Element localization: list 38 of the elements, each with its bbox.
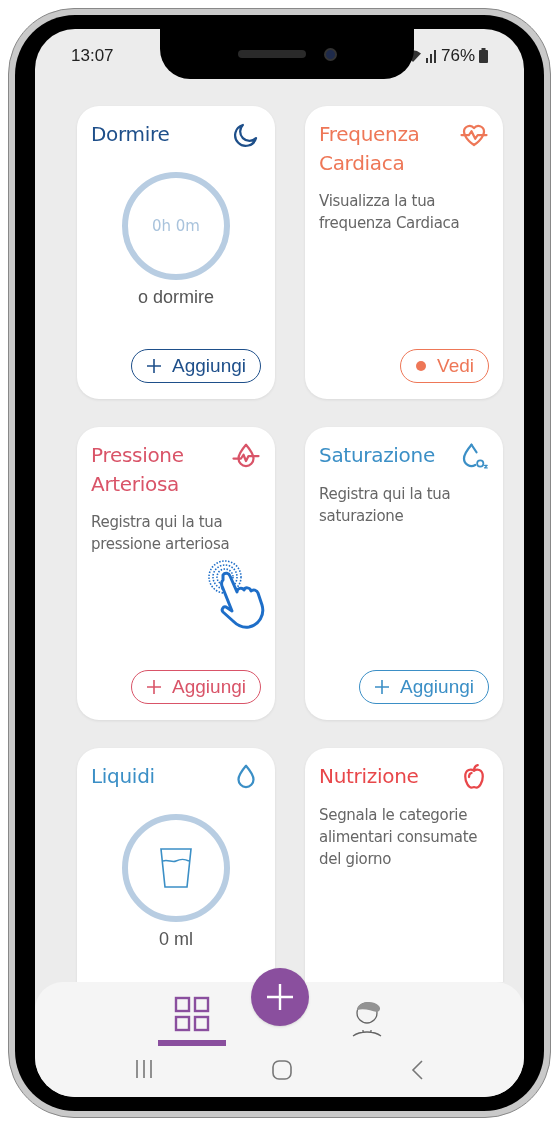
status-time: 13:07	[71, 45, 114, 67]
active-tab-indicator	[158, 1040, 227, 1046]
ring-caption: o dormire	[138, 286, 214, 309]
plus-icon	[374, 679, 391, 695]
back-icon[interactable]	[409, 1059, 426, 1081]
ring-caption: 0 ml	[159, 928, 193, 951]
card-title: Pressione Arteriosa	[91, 442, 185, 498]
card-title: Saturazione	[319, 442, 435, 469]
glass-icon	[158, 847, 194, 889]
dot-icon	[415, 360, 427, 372]
plus-icon	[146, 358, 163, 374]
card-title: Liquidi	[91, 763, 155, 790]
metric-card[interactable]: Frequenza Cardiaca Visualizza la tua frequenza Cardiaca Vedi	[305, 106, 503, 399]
card-title: Frequenza Cardiaca	[319, 121, 421, 177]
signal-icon	[424, 48, 437, 63]
battery-percent: 76%	[440, 45, 475, 67]
card-description: Registra qui la tua saturazione	[319, 484, 452, 527]
home-icon[interactable]	[271, 1059, 294, 1081]
plus-icon	[264, 982, 295, 1012]
add-fab[interactable]	[250, 968, 309, 1026]
add-button[interactable]: Aggiungi	[359, 670, 489, 704]
metric-card[interactable]: Dormire 0h 0m o dormire Aggiungi	[77, 106, 275, 399]
card-description: Registra qui la tua pressione arteriosa	[91, 512, 231, 555]
card-title: Dormire	[91, 121, 170, 148]
metric-card[interactable]: Nutrizione Segnala le categorie alimentari consumate del giorno	[305, 748, 503, 982]
grid-icon	[174, 996, 211, 1032]
battery-icon	[479, 48, 488, 64]
nav-tab[interactable]	[174, 996, 211, 1032]
metric-card[interactable]: Liquidi 0 ml	[77, 748, 275, 982]
metric-card[interactable]: Saturazione Registra qui la tua saturazione Aggiungi	[305, 427, 503, 720]
metric-card[interactable]: Pressione Arteriosa Registra qui la tua pressione arteriosa Aggiungi	[77, 427, 275, 720]
add-button[interactable]: Aggiungi	[131, 670, 261, 704]
card-title: Nutrizione	[319, 763, 419, 790]
card-description: Visualizza la tua frequenza Cardiaca	[319, 191, 461, 234]
plus-icon	[146, 679, 163, 695]
ring-value: 0h 0m	[152, 215, 200, 237]
add-button[interactable]: Aggiungi	[131, 349, 261, 383]
card-description: Segnala le categorie alimentari consumate del giorno	[319, 805, 479, 870]
